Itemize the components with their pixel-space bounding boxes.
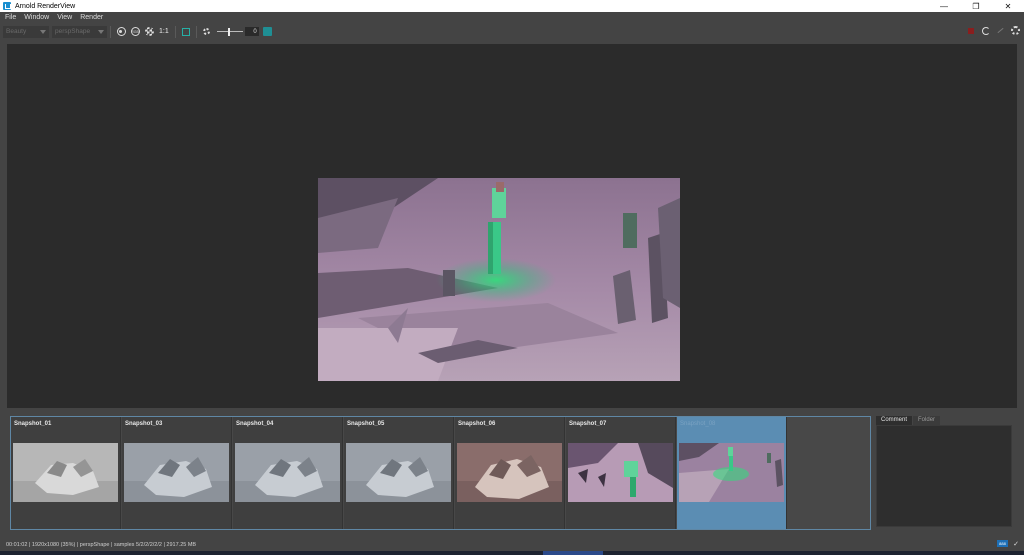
snapshot-side-panel: Comment Folder bbox=[876, 416, 1014, 530]
menu-window[interactable]: Window bbox=[24, 14, 49, 21]
settings-gear-icon[interactable] bbox=[1011, 26, 1020, 35]
snapshot-thumbnail bbox=[235, 443, 340, 502]
menu-view[interactable]: View bbox=[57, 14, 72, 21]
arnold-renderview-app: Arnold RenderView — ❐ ✕ File Window View… bbox=[0, 0, 1024, 555]
snapshot-thumbnail bbox=[568, 443, 673, 502]
taskbar-edge bbox=[0, 551, 1024, 555]
toolbar: Beauty perspShape RGB 1:1 0 bbox=[0, 23, 1024, 40]
snapshot-card[interactable]: Snapshot_05 bbox=[344, 417, 454, 529]
toolbar-divider bbox=[110, 25, 111, 38]
snapshot-thumbnail bbox=[679, 443, 784, 502]
status-ok-icon: ✓ bbox=[1013, 541, 1019, 548]
slider-track bbox=[216, 30, 243, 32]
snapshot-card-selected[interactable]: Snapshot_08 bbox=[677, 417, 787, 529]
status-log-icon[interactable]: 888 bbox=[997, 540, 1008, 547]
snapshot-card[interactable]: Snapshot_04 bbox=[233, 417, 343, 529]
checker-background-icon[interactable] bbox=[144, 27, 154, 37]
aov-dropdown-value: Beauty bbox=[6, 28, 27, 35]
exposure-gear-icon bbox=[202, 27, 212, 37]
toolbar-divider bbox=[174, 25, 176, 38]
render-controls bbox=[968, 26, 1020, 35]
snapshot-thumbnail bbox=[124, 443, 229, 502]
tab-folder[interactable]: Folder bbox=[913, 416, 941, 425]
window-controls: — ❐ ✕ bbox=[928, 0, 1024, 12]
title-bar: Arnold RenderView — ❐ ✕ bbox=[0, 0, 1024, 12]
snapshot-label: Snapshot_07 bbox=[569, 421, 607, 427]
channel-rgb-icon[interactable] bbox=[116, 27, 126, 37]
snapshot-card[interactable]: Snapshot_03 bbox=[122, 417, 232, 529]
tab-comment[interactable]: Comment bbox=[876, 416, 913, 425]
menu-file[interactable]: File bbox=[5, 14, 16, 21]
snapshot-label: Snapshot_08 bbox=[680, 421, 716, 427]
aov-dropdown[interactable]: Beauty bbox=[3, 25, 49, 38]
menu-render[interactable]: Render bbox=[80, 14, 103, 21]
snapshot-thumbnail bbox=[346, 443, 451, 502]
exposure-value-field[interactable]: 0 bbox=[244, 27, 259, 36]
arnold-app-icon bbox=[3, 2, 11, 10]
render-image bbox=[318, 178, 680, 381]
slider-thumb[interactable] bbox=[227, 27, 230, 36]
snapshot-strip: Snapshot_01 Snapshot_03 Snapshot_04 Snap… bbox=[10, 416, 871, 530]
stop-render-icon[interactable] bbox=[968, 27, 974, 34]
camera-dropdown-value: perspShape bbox=[55, 28, 91, 35]
refresh-render-icon[interactable] bbox=[982, 26, 990, 35]
comment-textarea[interactable] bbox=[876, 425, 1012, 527]
minimize-icon[interactable]: — bbox=[928, 0, 960, 12]
window-title: Arnold RenderView bbox=[15, 2, 76, 10]
snapshot-card[interactable]: Snapshot_01 bbox=[11, 417, 121, 529]
snapshot-thumbnail bbox=[13, 443, 118, 502]
snapshot-card[interactable]: Snapshot_07 bbox=[566, 417, 676, 529]
close-icon[interactable]: ✕ bbox=[992, 0, 1024, 12]
rgba-toggle-icon[interactable]: RGB bbox=[130, 27, 140, 37]
exposure-slider[interactable] bbox=[216, 27, 243, 37]
snapshot-label: Snapshot_03 bbox=[125, 421, 163, 427]
camera-dropdown[interactable]: perspShape bbox=[52, 25, 107, 38]
snapshot-label: Snapshot_05 bbox=[347, 421, 385, 427]
ipr-disabled-icon[interactable] bbox=[996, 26, 1005, 35]
snapshot-thumbnail bbox=[457, 443, 562, 502]
snapshot-card[interactable]: Snapshot_06 bbox=[455, 417, 565, 529]
status-text: 00:01:02 | 1920x1080 (35%) | perspShape … bbox=[6, 541, 197, 548]
crop-region-icon[interactable] bbox=[181, 27, 191, 37]
taskbar-active-item bbox=[543, 551, 603, 555]
chevron-down-icon bbox=[98, 29, 104, 34]
snapshot-label: Snapshot_04 bbox=[236, 421, 274, 427]
chevron-down-icon bbox=[40, 29, 46, 34]
snapshot-label: Snapshot_01 bbox=[14, 421, 52, 427]
toolbar-divider bbox=[195, 25, 197, 38]
render-viewport[interactable] bbox=[7, 44, 1017, 408]
menu-bar: File Window View Render bbox=[0, 12, 1024, 23]
zoom-1to1-button[interactable]: 1:1 bbox=[159, 28, 169, 35]
color-management-icon[interactable] bbox=[262, 27, 272, 36]
status-bar: 00:01:02 | 1920x1080 (35%) | perspShape … bbox=[0, 538, 1024, 551]
restore-icon[interactable]: ❐ bbox=[960, 0, 992, 12]
snapshot-label: Snapshot_06 bbox=[458, 421, 496, 427]
side-panel-tabs: Comment Folder bbox=[876, 416, 1014, 425]
